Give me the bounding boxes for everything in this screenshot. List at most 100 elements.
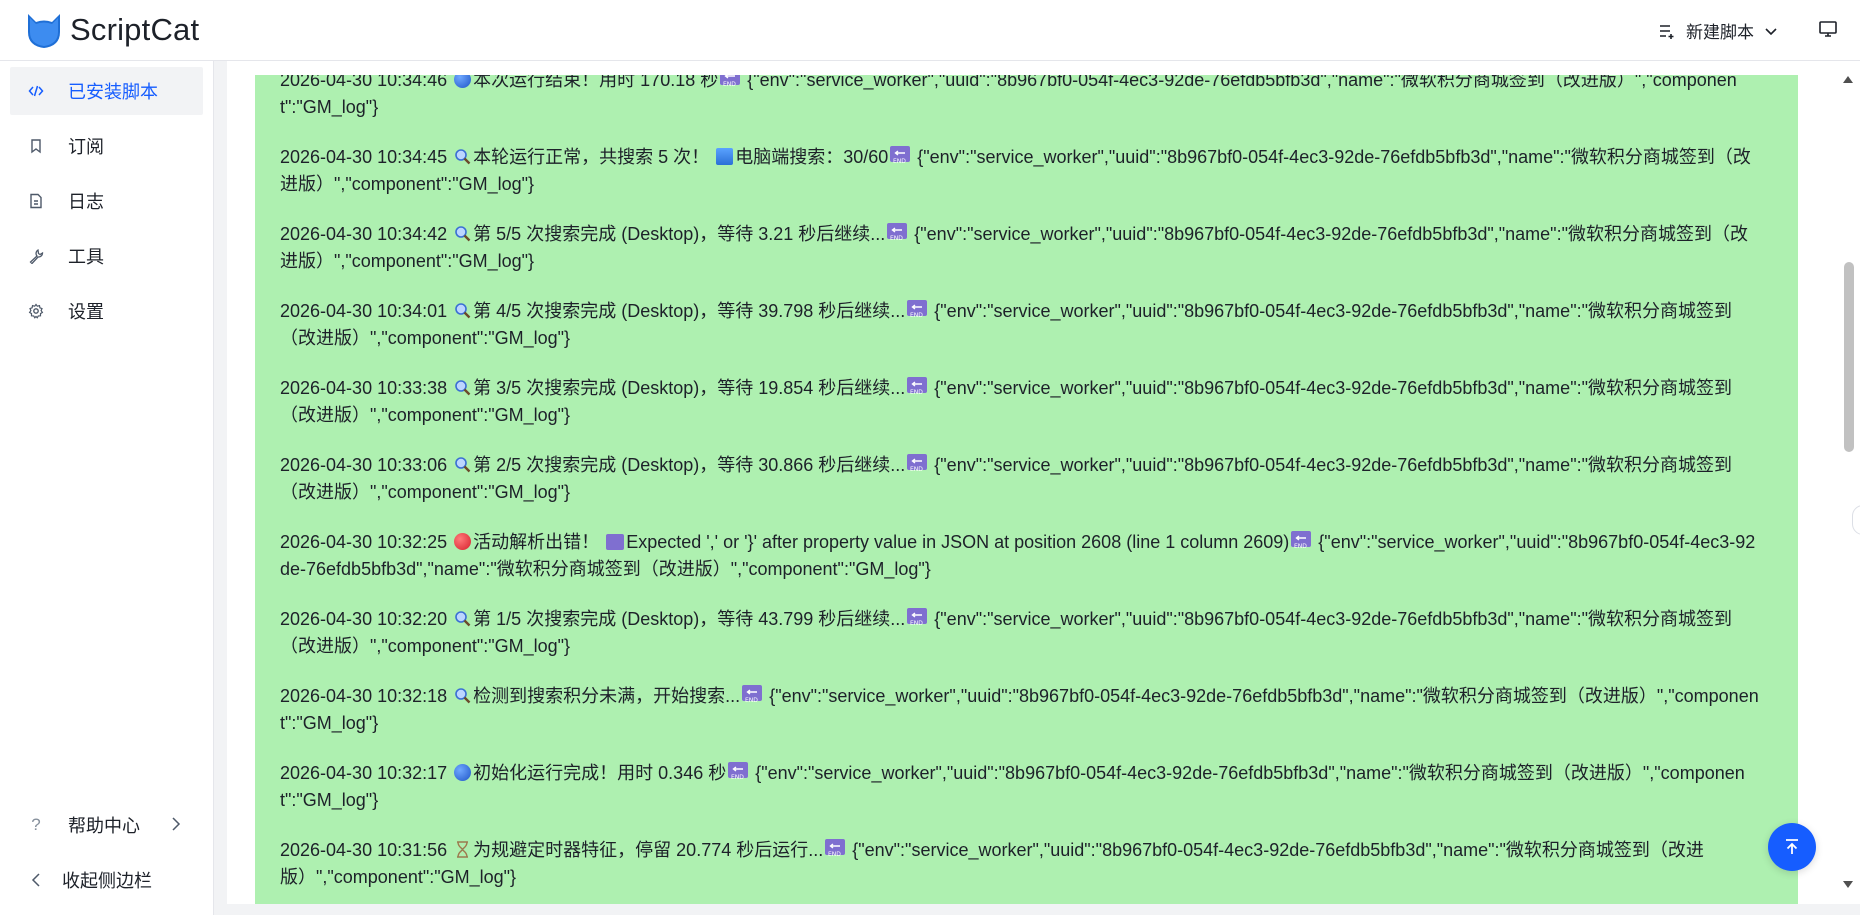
log-timestamp: 2026-04-30 10:31:56 (280, 840, 448, 860)
hourglass-icon (454, 839, 471, 858)
svg-text:END: END (828, 851, 841, 858)
monitor-icon (1819, 21, 1837, 37)
svg-text:END: END (890, 235, 903, 242)
computer-icon (716, 148, 734, 165)
log-message: 第 2/5 次搜索完成 (Desktop)，等待 30.866 秒后继续... (473, 455, 906, 475)
display-mode-button[interactable] (1818, 19, 1838, 44)
arrow-up-to-line-icon (1786, 839, 1798, 854)
help-center-menu[interactable]: ? 帮助中心 (10, 801, 203, 849)
collapse-sidebar-button[interactable]: 收起侧边栏 (10, 856, 203, 904)
log-entry: 2026-04-30 10:32:20 第 1/5 次搜索完成 (Desktop… (280, 606, 1765, 660)
log-entry: 2026-04-30 10:34:45 本轮运行正常，共搜索 5 次！ 电脑端搜… (280, 144, 1765, 198)
chevron-down-icon (1765, 27, 1777, 35)
end-arrow-icon: END (907, 300, 928, 319)
svg-text:END: END (910, 389, 923, 396)
magnifier-icon (454, 608, 471, 627)
log-message: 检测到搜索积分未满，开始搜索... (473, 686, 741, 706)
main-content: 2026-04-30 10:34:46 本次运行结束！用时 170.18 秒 EN… (227, 61, 1847, 904)
question-icon: ? (31, 815, 41, 834)
log-message: 第 1/5 次搜索完成 (Desktop)，等待 43.799 秒后继续... (473, 609, 906, 629)
sidebar-item-label: 工具 (68, 247, 104, 267)
magnifier-icon (454, 146, 471, 165)
new-script-label: 新建脚本 (1686, 23, 1754, 42)
log-entry: 2026-04-30 10:33:06 第 2/5 次搜索完成 (Desktop… (280, 452, 1765, 506)
red-circle-icon (454, 533, 472, 550)
sidebar-item-logs[interactable]: 日志 (10, 177, 203, 225)
log-message: 第 5/5 次搜索完成 (Desktop)，等待 3.21 秒后继续... (473, 224, 886, 244)
log-timestamp: 2026-04-30 10:33:38 (280, 378, 448, 398)
sidebar-item-installed-scripts[interactable]: 已安装脚本 (10, 67, 203, 115)
end-arrow-icon: END (887, 223, 908, 242)
magnifier-icon (454, 685, 471, 704)
log-timestamp: 2026-04-30 10:34:46 (280, 75, 448, 90)
gear-icon (26, 301, 46, 321)
top-header: ScriptCat 新建脚本 (0, 0, 1860, 61)
log-message: 活动解析出错！ (473, 532, 600, 552)
log-extra: Expected ',' or '}' after property value… (626, 532, 1290, 552)
log-entry: 2026-04-30 10:32:18 检测到搜索积分未满，开始搜索... END… (280, 683, 1765, 737)
sidebar-item-label: 设置 (68, 302, 104, 322)
scrollbar-thumb[interactable] (1844, 262, 1854, 452)
log-entry: 2026-04-30 10:31:56 为规避定时器特征，停留 20.774 秒… (280, 837, 1765, 891)
svg-text:END: END (910, 466, 923, 473)
end-arrow-icon: END (720, 75, 741, 88)
wrench-icon (26, 246, 46, 266)
svg-text:END: END (723, 81, 736, 88)
svg-text:END: END (893, 158, 906, 165)
code-icon (26, 81, 46, 101)
log-entry: 2026-04-30 10:34:01 第 4/5 次搜索完成 (Desktop… (280, 298, 1765, 352)
log-message: 为规避定时器特征，停留 20.774 秒后运行... (473, 840, 824, 860)
log-message: 本次运行结束！用时 170.18 秒 (473, 75, 719, 90)
log-message: 第 3/5 次搜索完成 (Desktop)，等待 19.854 秒后继续... (473, 378, 906, 398)
end-arrow-icon: END (890, 146, 911, 165)
scroll-down-arrow-icon[interactable] (1843, 881, 1853, 889)
log-timestamp: 2026-04-30 10:32:18 (280, 686, 448, 706)
log-timestamp: 2026-04-30 10:34:01 (280, 301, 448, 321)
log-entry: 2026-04-30 10:34:46 本次运行结束！用时 170.18 秒 EN… (280, 75, 1765, 121)
globe-icon (454, 75, 472, 88)
log-message: 初始化运行完成！用时 0.346 秒 (473, 763, 727, 783)
end-arrow-icon: END (825, 839, 846, 858)
app-logo[interactable]: ScriptCat (24, 10, 199, 50)
bookmark-icon (26, 136, 46, 156)
side-drawer-handle[interactable] (1852, 505, 1860, 535)
sidebar-item-tools[interactable]: 工具 (10, 232, 203, 280)
collapse-sidebar-label: 收起侧边栏 (62, 871, 152, 891)
log-entry: 2026-04-30 10:32:25 活动解析出错！ Expected ','… (280, 529, 1765, 583)
arrows-icon (606, 534, 625, 550)
back-to-top-button[interactable] (1768, 823, 1816, 871)
magnifier-icon (454, 300, 471, 319)
end-arrow-icon: END (1291, 531, 1312, 550)
log-timestamp: 2026-04-30 10:33:06 (280, 455, 448, 475)
end-arrow-icon: END (907, 608, 928, 627)
new-script-dropdown[interactable]: 新建脚本 (1658, 18, 1778, 43)
end-arrow-icon: END (907, 377, 928, 396)
page-scrollbar[interactable] (1836, 61, 1860, 904)
log-timestamp: 2026-04-30 10:32:17 (280, 763, 448, 783)
svg-text:END: END (731, 774, 744, 781)
log-list: 2026-04-30 10:34:46 本次运行结束！用时 170.18 秒 EN… (280, 75, 1765, 904)
log-timestamp: 2026-04-30 10:34:45 (280, 147, 448, 167)
app-title: ScriptCat (70, 12, 200, 47)
help-center-label: 帮助中心 (68, 816, 140, 836)
svg-text:END: END (745, 697, 758, 704)
sidebar-item-settings[interactable]: 设置 (10, 287, 203, 335)
cat-logo-icon (28, 14, 60, 48)
sidebar-item-subscriptions[interactable]: 订阅 (10, 122, 203, 170)
svg-text:END: END (1294, 543, 1307, 550)
end-arrow-icon: END (728, 762, 749, 781)
log-entry: 2026-04-30 10:34:42 第 5/5 次搜索完成 (Desktop… (280, 221, 1765, 275)
log-extra: 电脑端搜索：30/60 (735, 147, 889, 167)
magnifier-icon (454, 377, 471, 396)
svg-text:END: END (910, 620, 923, 627)
scroll-up-arrow-icon[interactable] (1843, 75, 1853, 83)
log-entry: 2026-04-30 10:32:17 初始化运行完成！用时 0.346 秒 EN… (280, 760, 1765, 814)
log-panel[interactable]: 2026-04-30 10:34:46 本次运行结束！用时 170.18 秒 EN… (255, 75, 1798, 904)
log-entry: 2026-04-30 10:33:38 第 3/5 次搜索完成 (Desktop… (280, 375, 1765, 429)
sidebar: 已安装脚本 订阅 日志 工具 设置 ? 帮助中心 收起侧边栏 (0, 61, 214, 915)
document-icon (26, 191, 46, 211)
magnifier-icon (454, 223, 471, 242)
sidebar-item-label: 订阅 (68, 137, 104, 157)
log-timestamp: 2026-04-30 10:34:42 (280, 224, 448, 244)
log-message: 第 4/5 次搜索完成 (Desktop)，等待 39.798 秒后继续... (473, 301, 906, 321)
